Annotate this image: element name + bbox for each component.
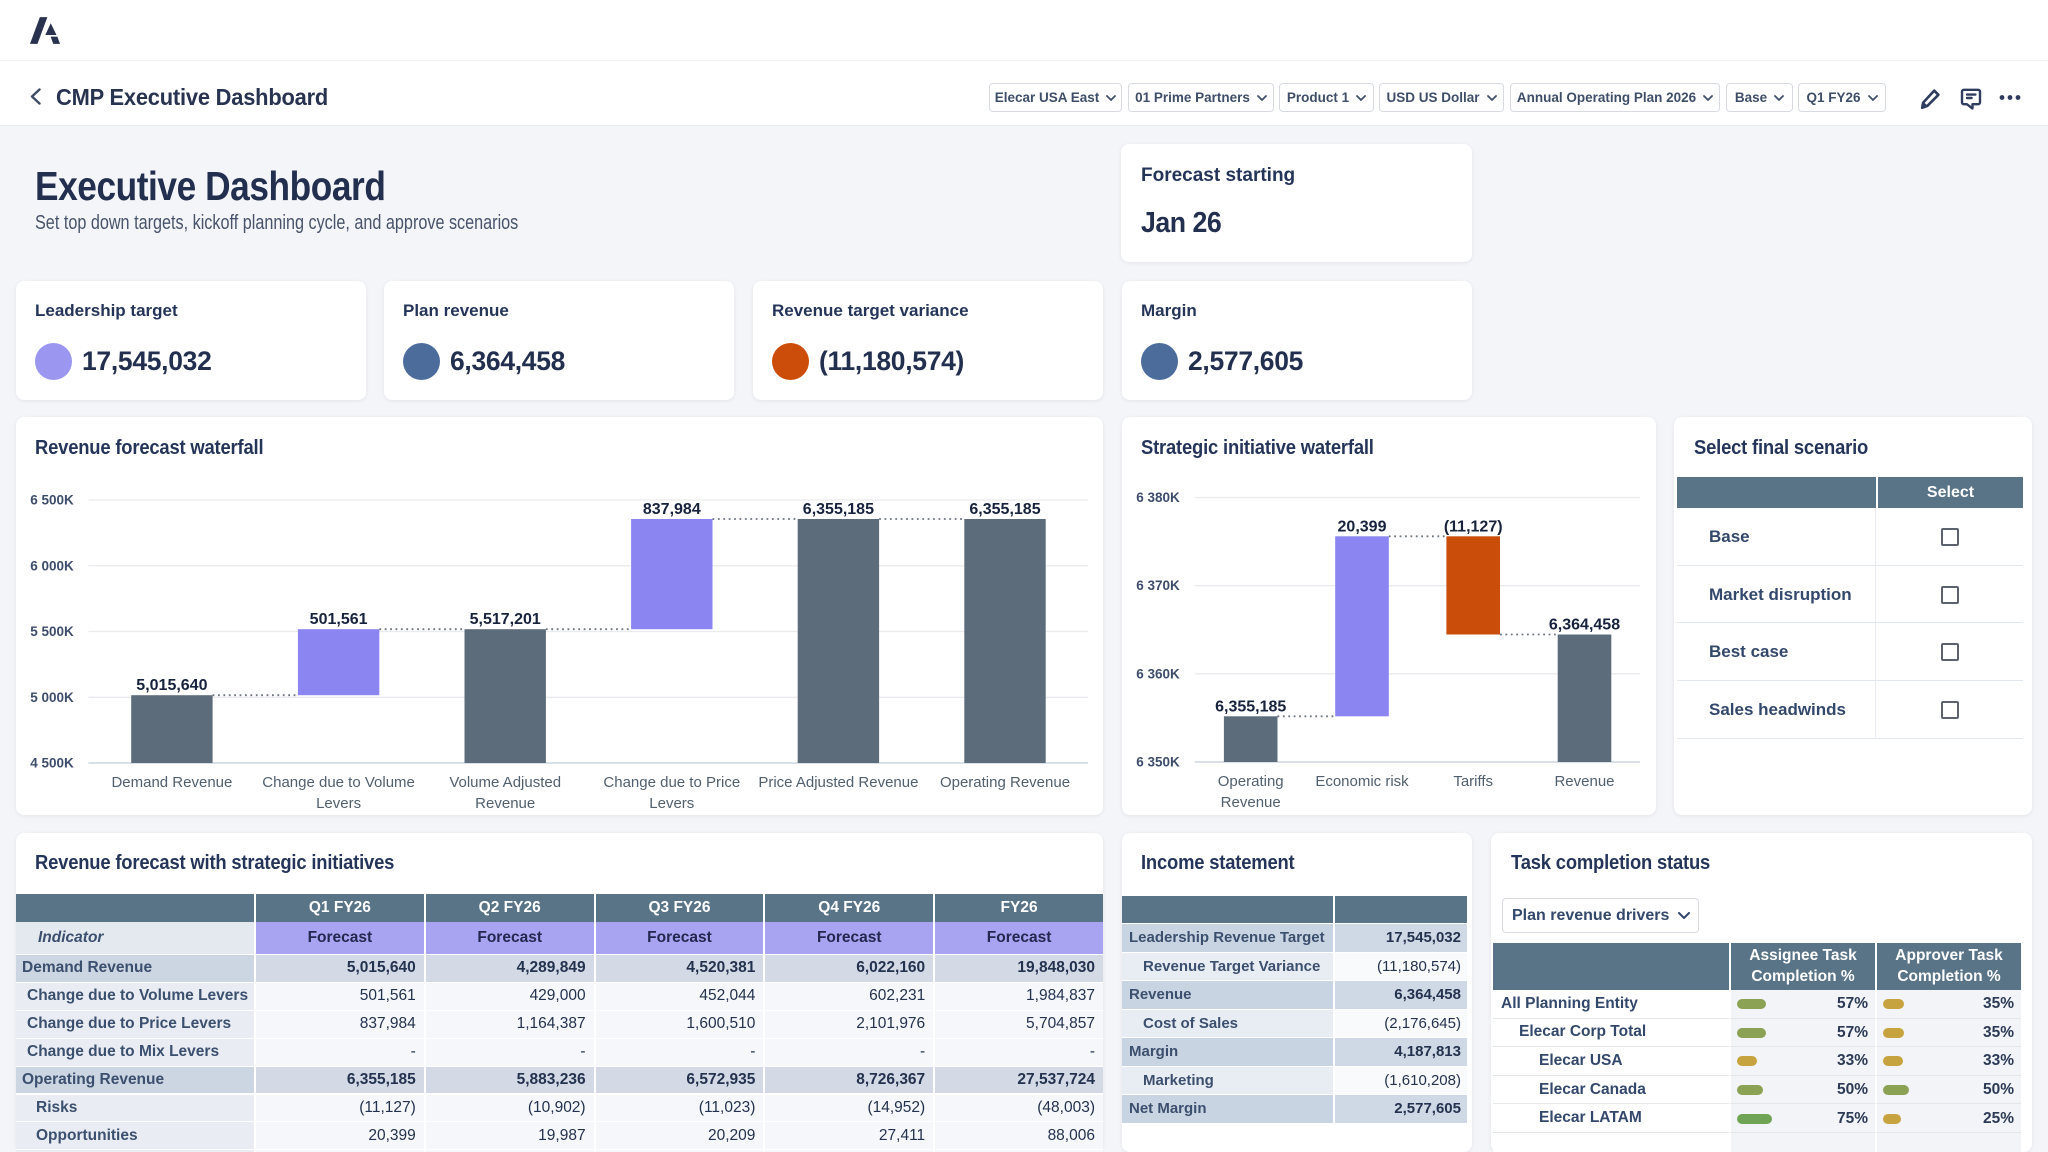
svg-text:4 500K: 4 500K: [30, 756, 74, 771]
svg-text:837,984: 837,984: [643, 501, 701, 518]
svg-text:6,364,458: 6,364,458: [1549, 617, 1620, 634]
svg-text:6 360K: 6 360K: [1136, 666, 1180, 681]
svg-text:Revenue: Revenue: [475, 795, 535, 812]
svg-text:501,561: 501,561: [310, 611, 368, 628]
svg-text:Tariffs: Tariffs: [1453, 773, 1493, 790]
svg-text:6,355,185: 6,355,185: [969, 501, 1040, 518]
svg-text:20,399: 20,399: [1338, 518, 1387, 535]
svg-text:5,015,640: 5,015,640: [136, 677, 207, 694]
svg-text:6 500K: 6 500K: [30, 493, 74, 508]
svg-text:6 350K: 6 350K: [1136, 755, 1180, 770]
svg-text:6 000K: 6 000K: [30, 558, 74, 573]
svg-text:6 380K: 6 380K: [1136, 490, 1180, 505]
svg-text:5 000K: 5 000K: [30, 690, 74, 705]
svg-text:6,355,185: 6,355,185: [1215, 698, 1286, 715]
svg-text:Demand Revenue: Demand Revenue: [111, 774, 232, 791]
svg-text:5 500K: 5 500K: [30, 624, 74, 639]
svg-text:6 370K: 6 370K: [1136, 578, 1180, 593]
svg-text:Change due to Volume: Change due to Volume: [262, 774, 415, 791]
svg-text:Volume Adjusted: Volume Adjusted: [449, 774, 561, 791]
svg-text:Change due to Price: Change due to Price: [603, 774, 740, 791]
svg-text:Levers: Levers: [649, 795, 694, 812]
svg-text:Economic risk: Economic risk: [1315, 773, 1409, 790]
svg-text:Revenue: Revenue: [1554, 773, 1614, 790]
svg-text:Revenue: Revenue: [1221, 794, 1281, 811]
svg-text:6,355,185: 6,355,185: [803, 501, 874, 518]
svg-text:5,517,201: 5,517,201: [470, 611, 541, 628]
svg-text:Operating: Operating: [1218, 773, 1284, 790]
svg-text:(11,127): (11,127): [1444, 518, 1503, 535]
svg-text:Operating Revenue: Operating Revenue: [940, 774, 1070, 791]
svg-text:Price Adjusted Revenue: Price Adjusted Revenue: [758, 774, 918, 791]
svg-text:Levers: Levers: [316, 795, 361, 812]
